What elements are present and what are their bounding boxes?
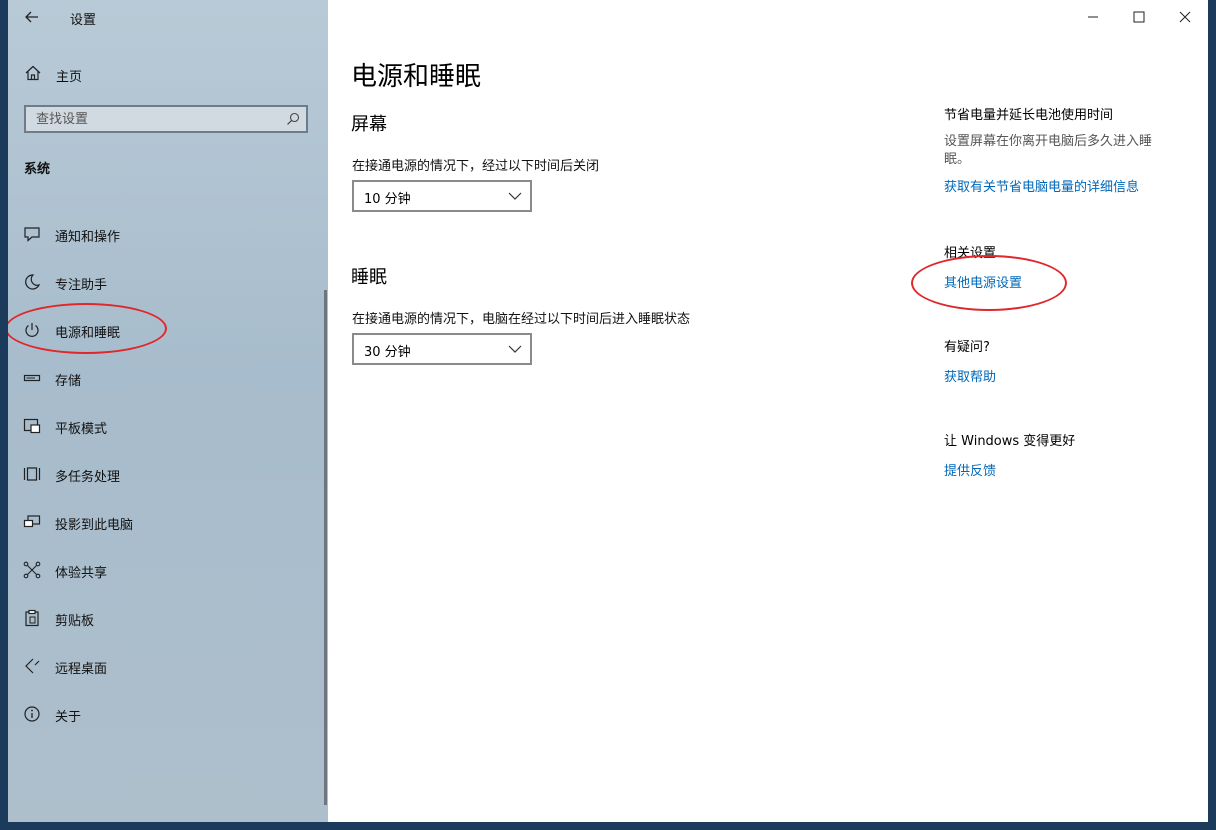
sleep-timeout-value: 30 分钟 [364, 345, 411, 360]
minimize-button[interactable] [1070, 0, 1116, 34]
section-heading: 系统 [24, 162, 51, 177]
search-icon[interactable] [286, 112, 300, 126]
sidebar-item-home[interactable]: 主页 [8, 58, 328, 90]
sidebar-item-storage[interactable]: 存储 [8, 358, 328, 398]
sidebar-item-label: 关于 [55, 710, 82, 725]
sidebar-item-label: 体验共享 [55, 566, 108, 581]
sidebar-item-remote-desktop[interactable]: 远程桌面 [8, 646, 328, 686]
clipboard-icon [25, 609, 39, 627]
sidebar-item-label: 剪贴板 [55, 614, 95, 629]
aside-improve: 让 Windows 变得更好 提供反馈 [944, 430, 1194, 479]
sidebar-item-label: 平板模式 [55, 422, 108, 437]
sidebar-item-about[interactable]: 关于 [8, 694, 328, 734]
aside-save-power: 节省电量并延长电池使用时间 设置屏幕在你离开电脑后多久进入睡眠。 获取有关节省电… [944, 104, 1194, 195]
tablet-icon [23, 418, 41, 434]
power-icon [25, 323, 39, 337]
chevron-down-icon [508, 345, 522, 353]
back-button[interactable] [18, 5, 46, 29]
question-heading: 有疑问? [944, 340, 990, 355]
moon-icon [25, 274, 41, 290]
close-button[interactable] [1162, 0, 1208, 34]
get-help-link[interactable]: 获取帮助 [944, 366, 1194, 385]
title-bar-left: 设置 [8, 0, 328, 34]
related-settings-heading: 相关设置 [944, 246, 997, 261]
maximize-icon [1133, 11, 1145, 23]
sidebar-item-focus-assist[interactable]: 专注助手 [8, 262, 328, 302]
home-label: 主页 [56, 70, 83, 85]
sidebar-scrollbar[interactable] [324, 290, 327, 805]
sidebar-item-label: 通知和操作 [55, 230, 121, 245]
close-icon [1179, 11, 1191, 23]
save-power-description: 设置屏幕在你离开电脑后多久进入睡眠。 [944, 134, 1153, 167]
screen-heading: 屏幕 [351, 114, 387, 135]
sidebar-item-power-sleep[interactable]: 电源和睡眠 [8, 310, 328, 350]
project-icon [23, 515, 41, 528]
sidebar: 设置 主页 系统 通知和操作 专注助手 [8, 0, 328, 822]
aside-related-settings: 相关设置 其他电源设置 [944, 242, 1194, 291]
main-content: 电源和睡眠 屏幕 在接通电源的情况下，经过以下时间后关闭 10 分钟 睡眠 在接… [328, 0, 1208, 822]
sidebar-item-label: 电源和睡眠 [55, 326, 121, 341]
search-input[interactable] [26, 107, 286, 131]
sidebar-item-notifications[interactable]: 通知和操作 [8, 214, 328, 254]
search-box [24, 105, 308, 133]
save-power-heading: 节省电量并延长电池使用时间 [944, 108, 1114, 123]
maximize-button[interactable] [1116, 0, 1162, 34]
sleep-heading: 睡眠 [351, 267, 387, 288]
sidebar-item-label: 多任务处理 [55, 470, 121, 485]
sleep-description: 在接通电源的情况下，电脑在经过以下时间后进入睡眠状态 [352, 312, 691, 327]
sidebar-item-tablet-mode[interactable]: 平板模式 [8, 406, 328, 446]
home-icon [25, 65, 41, 81]
sidebar-item-label: 投影到此电脑 [55, 518, 134, 533]
sidebar-item-shared-experiences[interactable]: 体验共享 [8, 550, 328, 590]
sidebar-item-label: 专注助手 [55, 278, 108, 293]
screen-timeout-value: 10 分钟 [364, 192, 411, 207]
improve-heading: 让 Windows 变得更好 [944, 434, 1076, 449]
sidebar-item-label: 远程桌面 [55, 662, 108, 677]
screen-timeout-dropdown[interactable]: 10 分钟 [352, 180, 532, 212]
storage-icon [23, 374, 41, 382]
sidebar-item-multitasking[interactable]: 多任务处理 [8, 454, 328, 494]
feedback-link[interactable]: 提供反馈 [944, 460, 1194, 479]
sleep-timeout-dropdown[interactable]: 30 分钟 [352, 333, 532, 365]
share-icon [23, 561, 41, 579]
notification-icon [24, 227, 40, 242]
sidebar-item-project[interactable]: 投影到此电脑 [8, 502, 328, 542]
sidebar-item-clipboard[interactable]: 剪贴板 [8, 598, 328, 638]
chevron-down-icon [508, 192, 522, 200]
app-title: 设置 [70, 13, 97, 28]
save-power-link[interactable]: 获取有关节省电脑电量的详细信息 [944, 176, 1194, 195]
multitask-icon [23, 467, 41, 481]
additional-power-settings-link[interactable]: 其他电源设置 [944, 272, 1194, 291]
minimize-icon [1088, 16, 1098, 18]
sidebar-item-label: 存储 [55, 374, 82, 389]
info-icon [24, 706, 40, 722]
back-arrow-icon [25, 11, 38, 23]
aside-question: 有疑问? 获取帮助 [944, 336, 1194, 385]
screen-description: 在接通电源的情况下，经过以下时间后关闭 [352, 159, 600, 174]
settings-window: 设置 主页 系统 通知和操作 专注助手 [8, 0, 1208, 822]
page-title: 电源和睡眠 [351, 62, 482, 92]
remote-desktop-icon [25, 658, 40, 674]
